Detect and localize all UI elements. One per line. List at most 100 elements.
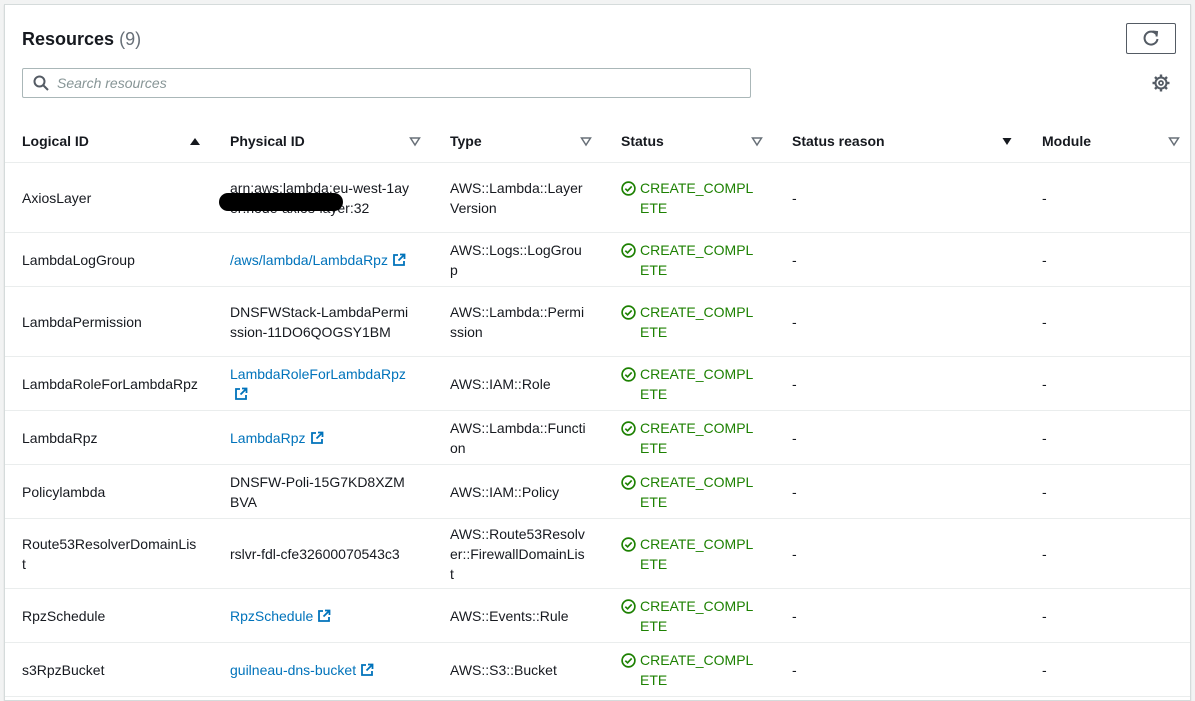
refresh-button[interactable] (1126, 23, 1176, 54)
cell-status-reason: - (775, 232, 1025, 287)
cell-status-reason: - (775, 464, 1025, 519)
cell-module: - (1025, 286, 1190, 357)
cell-logical-id: LambdaPermission (5, 286, 213, 357)
redaction-mark (219, 193, 343, 211)
cell-physical-id: arn:aws:lambda:eu-west-1ayer:node-axios-… (213, 162, 433, 233)
column-header-status[interactable]: Status (604, 120, 775, 163)
cell-logical-id: s3RpzBucket (5, 642, 213, 697)
column-header-logical-id[interactable]: Logical ID (5, 120, 213, 163)
physical-id-text: DNSFW-Poli-15G7KD8XZMBVA (230, 473, 405, 510)
cell-type: AWS::Events::Rule (433, 588, 604, 643)
status-badge: CREATE_COMPLETE (621, 240, 755, 280)
sort-descending-icon (1002, 138, 1012, 145)
cell-status-reason: - (775, 286, 1025, 357)
physical-id-link[interactable]: /aws/lambda/LambdaRpz (230, 252, 406, 268)
search-input[interactable] (57, 70, 737, 96)
cell-logical-id: Policylambda (5, 464, 213, 519)
cell-physical-id: DNSFWStack-LambdaPermission-11DO6QOGSY1B… (213, 286, 433, 357)
cell-physical-id[interactable]: guilneau-dns-bucket (213, 642, 433, 697)
physical-id-text: DNSFWStack-LambdaPermission-11DO6QOGSY1B… (230, 303, 409, 340)
cell-status: CREATE_COMPLETE (604, 642, 775, 697)
cell-logical-id: AxiosLayer (5, 162, 213, 233)
external-link-icon (361, 663, 374, 676)
external-link-icon (235, 387, 248, 400)
cell-module: - (1025, 588, 1190, 643)
cell-status-reason: - (775, 162, 1025, 233)
table-row: s3RpzBucket guilneau-dns-bucket AWS::S3::B… (5, 642, 1190, 697)
cell-physical-id: rslvr-fdl-cfe32600070543c3 (213, 518, 433, 589)
cell-module: - (1025, 232, 1190, 287)
cell-logical-id: LambdaRoleForLambdaRpz (5, 356, 213, 411)
page-title: Resources (9) (22, 29, 141, 50)
cell-type: AWS::IAM::Policy (433, 464, 604, 519)
cell-type: AWS::Route53Resolver::FirewallDomainList (433, 518, 604, 589)
table-body: AxiosLayerarn:aws:lambda:eu-west-1ayer:n… (5, 162, 1190, 697)
table-row: AxiosLayerarn:aws:lambda:eu-west-1ayer:n… (5, 162, 1190, 233)
cell-type: AWS::Lambda::Function (433, 410, 604, 465)
status-success-icon (621, 304, 636, 320)
table-row: LambdaPermission DNSFWStack-LambdaPermiss… (5, 286, 1190, 357)
table-row: RpzSchedule RpzSchedule AWS::Events::Rule C… (5, 588, 1190, 643)
external-link-icon (310, 431, 323, 444)
cell-logical-id: LambdaRpz (5, 410, 213, 465)
cell-status: CREATE_COMPLETE (604, 464, 775, 519)
cell-physical-id[interactable]: LambdaRpz (213, 410, 433, 465)
search-icon (33, 75, 49, 91)
resources-header: Resources (9) (5, 5, 1190, 120)
search-box[interactable] (22, 68, 751, 98)
status-badge: CREATE_COMPLETE (621, 650, 755, 690)
cell-logical-id: LambdaLogGroup (5, 232, 213, 287)
cell-module: - (1025, 518, 1190, 589)
cell-status-reason: - (775, 588, 1025, 643)
status-success-icon (621, 652, 636, 668)
table-row: LambdaRoleForLambdaRpz LambdaRoleForLambd… (5, 356, 1190, 411)
cell-status: CREATE_COMPLETE (604, 232, 775, 287)
cell-physical-id[interactable]: LambdaRoleForLambdaRpz (213, 356, 433, 411)
cell-module: - (1025, 642, 1190, 697)
status-success-icon (621, 536, 636, 552)
cell-status-reason: - (775, 356, 1025, 411)
physical-id-link[interactable]: LambdaRpz (230, 430, 324, 446)
status-badge: CREATE_COMPLETE (621, 302, 755, 342)
table-row: Policylambda DNSFW-Poli-15G7KD8XZMBVA AWS:… (5, 464, 1190, 519)
cell-module: - (1025, 464, 1190, 519)
cell-status-reason: - (775, 518, 1025, 589)
status-success-icon (621, 366, 636, 382)
cell-status: CREATE_COMPLETE (604, 162, 775, 233)
cell-type: AWS::S3::Bucket (433, 642, 604, 697)
gear-icon[interactable] (1152, 74, 1170, 92)
cell-module: - (1025, 162, 1190, 233)
resources-table: Logical ID Physical ID Type Status Statu… (5, 120, 1190, 697)
cell-status: CREATE_COMPLETE (604, 518, 775, 589)
cell-type: AWS::IAM::Role (433, 356, 604, 411)
physical-id-link[interactable]: RpzSchedule (230, 608, 331, 624)
physical-id-link[interactable]: LambdaRoleForLambdaRpz (230, 366, 406, 402)
table-row: Route53ResolverDomainList rslvr-fdl-cfe32… (5, 518, 1190, 589)
cell-logical-id: RpzSchedule (5, 588, 213, 643)
sort-ascending-icon (190, 138, 200, 145)
sort-descending-icon (580, 137, 592, 147)
cell-physical-id[interactable]: RpzSchedule (213, 588, 433, 643)
sort-descending-icon (409, 137, 421, 147)
column-header-status-reason[interactable]: Status reason (775, 120, 1025, 163)
table-row: LambdaLogGroup/aws/lambda/LambdaRpz AWS::… (5, 232, 1190, 287)
column-header-type[interactable]: Type (433, 120, 604, 163)
cell-status: CREATE_COMPLETE (604, 588, 775, 643)
table-row: LambdaRpz LambdaRpz AWS::Lambda::Function C… (5, 410, 1190, 465)
status-success-icon (621, 180, 636, 196)
physical-id-link[interactable]: guilneau-dns-bucket (230, 662, 374, 678)
external-link-icon (318, 609, 331, 622)
status-success-icon (621, 598, 636, 614)
cell-type: AWS::Logs::LogGroup (433, 232, 604, 287)
cell-physical-id[interactable]: /aws/lambda/LambdaRpz (213, 232, 433, 287)
cell-status: CREATE_COMPLETE (604, 356, 775, 411)
status-badge: CREATE_COMPLETE (621, 472, 755, 512)
column-header-physical-id[interactable]: Physical ID (213, 120, 433, 163)
refresh-icon (1143, 30, 1159, 46)
table-header-row: Logical ID Physical ID Type Status Statu… (5, 120, 1190, 163)
status-badge: CREATE_COMPLETE (621, 178, 755, 218)
resource-count: (9) (119, 29, 142, 49)
cell-status: CREATE_COMPLETE (604, 410, 775, 465)
column-header-module[interactable]: Module (1025, 120, 1190, 163)
status-success-icon (621, 242, 636, 258)
